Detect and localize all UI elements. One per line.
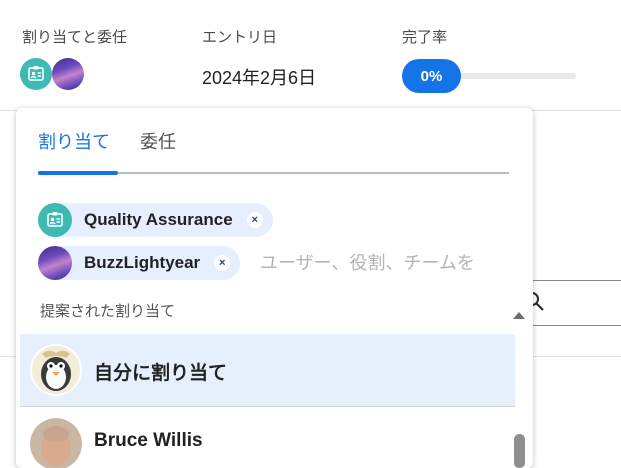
role-badge-icon <box>28 66 44 81</box>
chip-label: Quality Assurance <box>84 210 233 229</box>
assignment-popover: 割り当て 委任 Quality Assurance × BuzzLightyea… <box>16 108 533 468</box>
scroll-up-arrow[interactable] <box>513 312 525 319</box>
tab-delegate[interactable]: 委任 <box>140 128 176 154</box>
chip-label: BuzzLightyear <box>84 253 201 272</box>
remove-chip-button[interactable]: × <box>246 212 263 228</box>
role-avatar <box>38 203 72 237</box>
list-item-bruce-willis[interactable]: Bruce Willis <box>20 408 515 468</box>
suggested-assignments-label: 提案された割り当て <box>40 303 176 320</box>
completion-label: 完了率 <box>402 29 448 46</box>
completion-badge: 0% <box>402 59 461 93</box>
assignee-search-input[interactable] <box>260 248 530 278</box>
avatar <box>30 418 82 468</box>
remove-chip-button[interactable]: × <box>214 255 231 271</box>
active-tab-indicator <box>38 171 118 175</box>
scrollbar-thumb[interactable] <box>514 434 525 468</box>
list-item-label: Bruce Willis <box>94 430 203 451</box>
avatar <box>38 246 72 280</box>
assignee-chip-quality-assurance: Quality Assurance × <box>38 203 273 237</box>
entry-date-label: エントリ日 <box>202 29 278 46</box>
user-avatar[interactable] <box>52 58 84 90</box>
role-avatar[interactable] <box>20 58 52 90</box>
avatar <box>30 344 82 396</box>
tab-assign[interactable]: 割り当て <box>38 128 110 154</box>
entry-date-value: 2024年2月6日 <box>202 68 317 88</box>
role-badge-icon <box>47 212 63 227</box>
list-item-assign-to-me[interactable]: 自分に割り当て <box>20 334 515 407</box>
assignee-chip-buzzlightyear: BuzzLightyear × <box>38 246 241 280</box>
assignments-label: 割り当てと委任 <box>22 29 128 46</box>
list-item-label: 自分に割り当て <box>94 363 228 384</box>
